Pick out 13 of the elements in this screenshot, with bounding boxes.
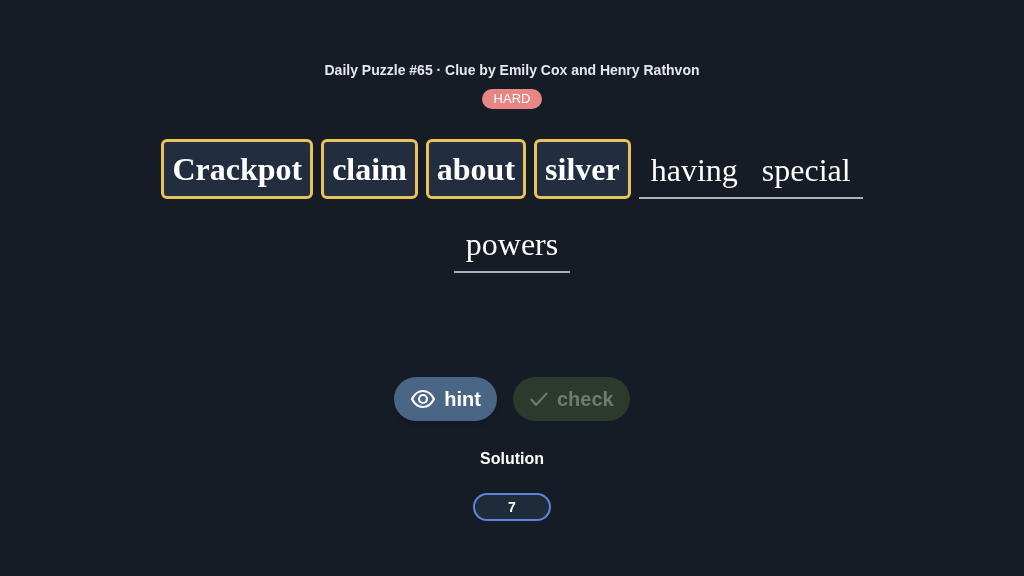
puzzle-title: Daily Puzzle #65 · Clue by Emily Cox and Henry Rathvon: [324, 61, 700, 80]
eye-icon: [410, 389, 437, 409]
solution-label: Solution: [480, 449, 544, 469]
clue-definition: having special: [638, 147, 863, 199]
clue-definition: powers: [453, 221, 571, 273]
difficulty-badge: HARD: [481, 89, 543, 109]
clue-word[interactable]: Crackpot: [161, 139, 314, 199]
hint-button[interactable]: hint: [394, 377, 497, 421]
checkmark-icon: [528, 391, 549, 407]
clue-word[interactable]: silver: [534, 139, 631, 199]
clue-word[interactable]: about: [425, 139, 527, 199]
solution-field[interactable]: 7: [473, 493, 551, 521]
clue-word[interactable]: claim: [321, 139, 418, 199]
